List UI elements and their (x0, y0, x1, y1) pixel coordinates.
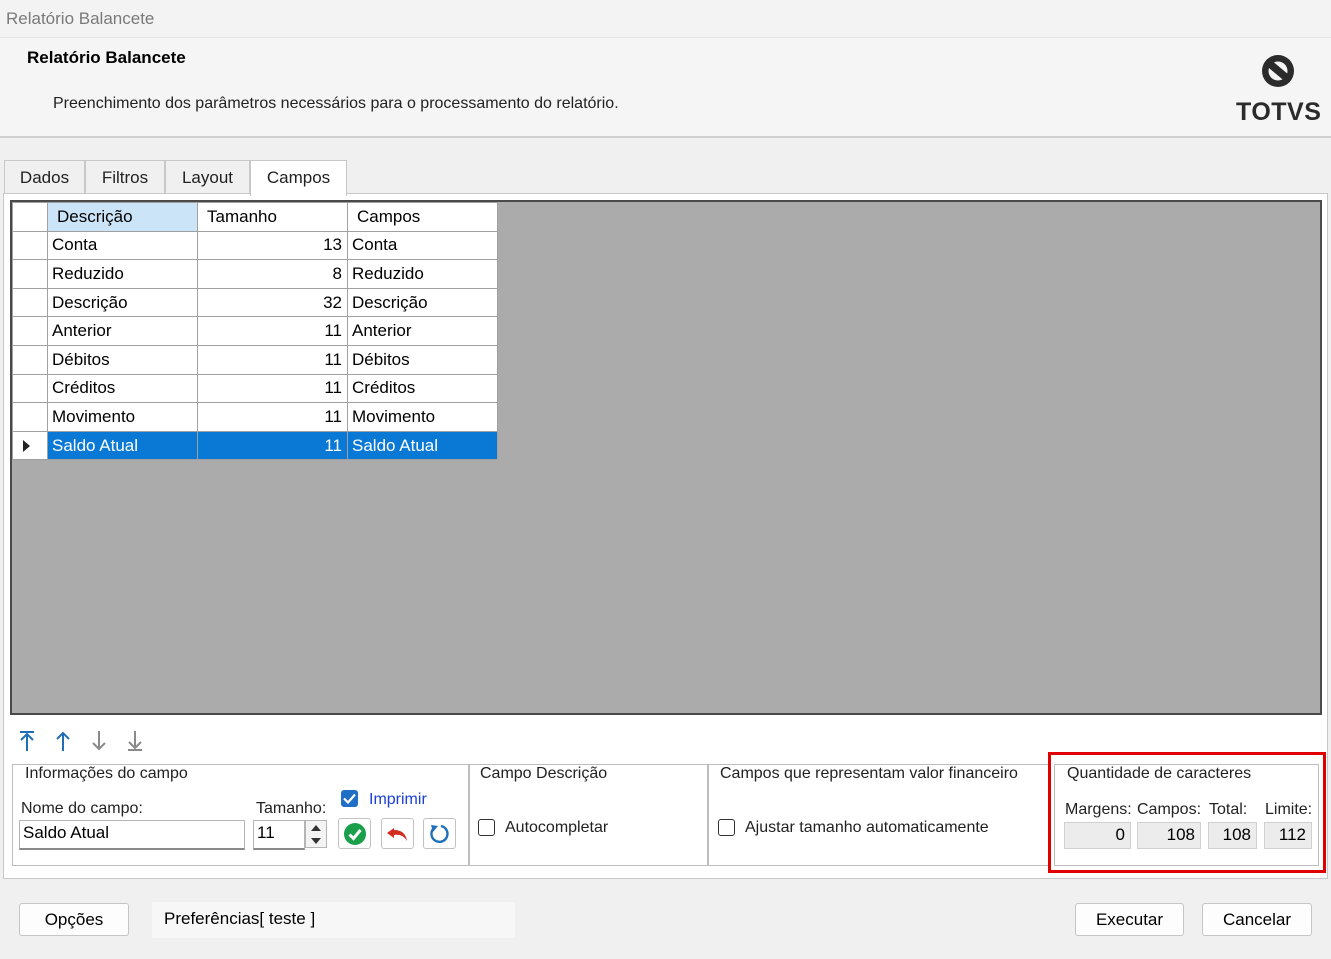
stepper-up-button[interactable] (306, 821, 326, 834)
move-down-button[interactable] (86, 728, 112, 754)
move-bottom-button[interactable] (122, 728, 148, 754)
preferencias-label: Preferências[ teste ] (152, 902, 515, 938)
stepper-up-icon (311, 824, 321, 831)
table-row[interactable]: Anterior 11 Anterior (12, 316, 498, 346)
tab-layout[interactable]: Layout (165, 160, 250, 194)
cell-descricao[interactable]: Reduzido (47, 259, 198, 289)
cell-campos[interactable]: Créditos (347, 373, 498, 404)
cell-campos[interactable]: Débitos (347, 344, 498, 375)
highlight-box (1048, 752, 1326, 873)
cell-campos[interactable]: Descrição (347, 287, 498, 318)
column-header-campos[interactable]: Campos (347, 202, 498, 232)
cell-descricao[interactable]: Movimento (47, 402, 198, 432)
row-header[interactable] (12, 373, 48, 404)
current-row-arrow-icon (23, 439, 30, 452)
cell-tamanho[interactable]: 11 (197, 430, 348, 461)
cell-tamanho[interactable]: 13 (197, 230, 348, 261)
table-row[interactable]: Créditos 11 Créditos (12, 373, 498, 404)
nome-campo-label: Nome do campo: (21, 800, 143, 817)
tab-campos[interactable]: Campos (250, 160, 347, 196)
cell-tamanho[interactable]: 8 (197, 259, 348, 289)
cell-campos[interactable]: Anterior (347, 316, 498, 346)
tamanho-stepper[interactable] (305, 820, 327, 848)
move-down-icon (92, 731, 106, 751)
campo-descricao-caption: Campo Descrição (477, 765, 611, 783)
cell-campos[interactable]: Movimento (347, 402, 498, 432)
move-up-button[interactable] (50, 728, 76, 754)
tamanho-input[interactable]: 11 (253, 820, 305, 850)
table-row[interactable]: Movimento 11 Movimento (12, 402, 498, 432)
row-header[interactable] (12, 344, 48, 375)
refresh-icon (429, 824, 449, 843)
header-title: Relatório Balancete (27, 48, 186, 67)
cell-descricao[interactable]: Saldo Atual (47, 430, 198, 461)
imprimir-label[interactable]: Imprimir (369, 791, 427, 809)
table-row[interactable]: Conta 13 Conta (12, 230, 498, 261)
row-header[interactable] (12, 259, 48, 289)
cell-tamanho[interactable]: 11 (197, 316, 348, 346)
checkmark-icon (343, 793, 356, 804)
info-campo-caption: Informações do campo (22, 765, 191, 783)
confirm-check-icon (343, 822, 366, 845)
table-row[interactable]: Descrição 32 Descrição (12, 287, 498, 318)
tamanho-label: Tamanho: (256, 800, 327, 817)
stepper-down-icon (311, 837, 321, 844)
cell-tamanho[interactable]: 11 (197, 402, 348, 432)
cell-tamanho[interactable]: 11 (197, 373, 348, 404)
move-up-icon (56, 731, 70, 751)
autocompletar-label[interactable]: Autocompletar (505, 819, 608, 837)
cell-descricao[interactable]: Conta (47, 230, 198, 261)
cell-descricao[interactable]: Descrição (47, 287, 198, 318)
row-header-current[interactable] (12, 430, 48, 461)
cell-campos[interactable]: Conta (347, 230, 498, 261)
valor-financeiro-caption: Campos que representam valor financeiro (717, 765, 1021, 783)
imprimir-checkbox[interactable] (341, 790, 358, 807)
cell-campos[interactable]: Reduzido (347, 259, 498, 289)
dialog-header: Relatório Balancete Preenchimento dos pa… (0, 38, 1331, 138)
column-header-tamanho[interactable]: Tamanho (197, 202, 348, 232)
tab-filtros[interactable]: Filtros (85, 160, 165, 194)
cell-campos[interactable]: Saldo Atual (347, 430, 498, 461)
executar-button[interactable]: Executar (1075, 903, 1184, 936)
stepper-down-button[interactable] (306, 834, 326, 847)
move-top-button[interactable] (14, 728, 40, 754)
move-top-icon (20, 731, 34, 751)
row-header[interactable] (12, 402, 48, 432)
row-header[interactable] (12, 287, 48, 318)
cell-descricao[interactable]: Anterior (47, 316, 198, 346)
column-header-descricao[interactable]: Descrição (47, 202, 198, 232)
ajustar-tamanho-checkbox[interactable] (718, 819, 735, 836)
reset-button[interactable] (423, 818, 456, 849)
window-title: Relatório Balancete (6, 9, 155, 28)
cell-descricao[interactable]: Créditos (47, 373, 198, 404)
cell-tamanho[interactable]: 11 (197, 344, 348, 375)
table-row[interactable]: Reduzido 8 Reduzido (12, 259, 498, 289)
ajustar-tamanho-label[interactable]: Ajustar tamanho automaticamente (745, 819, 989, 837)
move-bottom-icon (128, 731, 142, 751)
row-header-corner (12, 202, 48, 232)
totvs-logo-icon (1262, 55, 1294, 87)
grid-header-row: Descrição Tamanho Campos (12, 202, 498, 232)
window-titlebar: Relatório Balancete (0, 0, 1331, 38)
undo-button[interactable] (381, 818, 414, 849)
cell-tamanho[interactable]: 32 (197, 287, 348, 318)
opcoes-button[interactable]: Opções (19, 903, 129, 936)
fields-grid[interactable]: Descrição Tamanho Campos Conta 13 Conta … (12, 202, 498, 461)
nome-campo-input[interactable]: Saldo Atual (19, 820, 245, 850)
totvs-logo: TOTVS (1236, 52, 1322, 126)
autocompletar-checkbox[interactable] (478, 819, 495, 836)
undo-icon (386, 827, 407, 841)
logo-text: TOTVS (1236, 98, 1322, 126)
table-row-selected[interactable]: Saldo Atual 11 Saldo Atual (12, 430, 498, 461)
tab-dados[interactable]: Dados (4, 160, 85, 194)
row-header[interactable] (12, 230, 48, 261)
cell-descricao[interactable]: Débitos (47, 344, 198, 375)
table-row[interactable]: Débitos 11 Débitos (12, 344, 498, 375)
confirm-button[interactable] (338, 818, 371, 849)
cancelar-button[interactable]: Cancelar (1202, 903, 1312, 936)
row-header[interactable] (12, 316, 48, 346)
header-subtitle: Preenchimento dos parâmetros necessários… (53, 95, 619, 112)
